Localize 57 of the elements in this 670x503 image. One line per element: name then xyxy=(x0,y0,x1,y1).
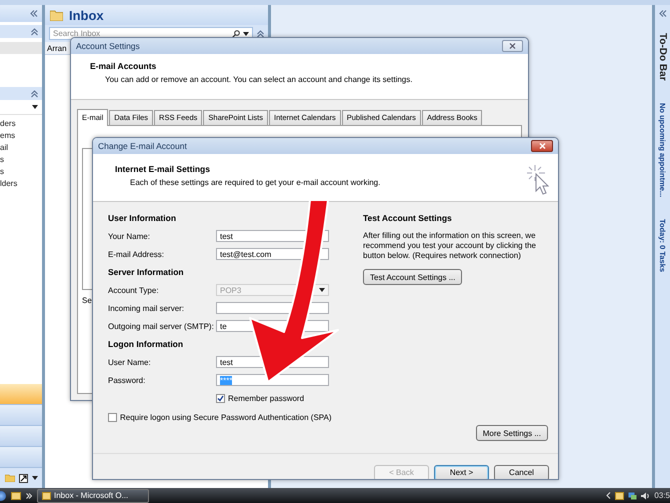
folder-item[interactable]: ems xyxy=(0,131,42,141)
help-text: After filling out the information on this screen, we recommend you test your account by clicking the button below. (Requires network connection) xyxy=(363,231,537,261)
field-label: E-mail Address: xyxy=(108,250,166,258)
checkbox[interactable] xyxy=(216,394,225,402)
collapse-icon[interactable] xyxy=(31,28,38,36)
expand-icon[interactable] xyxy=(658,10,666,17)
section-heading: Test Account Settings xyxy=(363,213,453,223)
speaker-icon[interactable] xyxy=(641,492,650,500)
checkbox[interactable] xyxy=(108,412,117,422)
network-icon[interactable] xyxy=(628,492,638,500)
cursor-sparkle-icon xyxy=(526,164,550,196)
close-button[interactable] xyxy=(502,40,523,52)
chevron-icon[interactable] xyxy=(606,492,612,499)
clock[interactable]: 03:5 xyxy=(654,491,670,500)
collapse-icon[interactable] xyxy=(257,30,264,38)
dialog-heading: Internet E-mail Settings xyxy=(115,164,211,174)
folder-title: Inbox xyxy=(69,8,104,22)
taskbar-button[interactable]: Inbox - Microsoft O... xyxy=(37,488,149,502)
test-settings-button[interactable]: Test Account Settings ... xyxy=(363,269,462,285)
folder-item[interactable]: ders xyxy=(0,119,42,129)
dialog-description: Each of these settings are required to get your e-mail account working. xyxy=(130,178,380,187)
folder-item[interactable]: s xyxy=(0,155,42,165)
checkbox-label: Remember password xyxy=(228,394,304,402)
field-label: Incoming mail server: xyxy=(108,304,186,312)
search-icon[interactable] xyxy=(232,30,240,38)
dialog-heading: E-mail Accounts xyxy=(90,61,158,71)
section-heading: User Information xyxy=(108,213,178,223)
section-heading: Server Information xyxy=(108,267,185,277)
arrange-label[interactable]: Arran xyxy=(47,44,67,52)
dialog-button[interactable]: Next > xyxy=(434,464,489,479)
field-label: User Name: xyxy=(108,358,152,366)
field-label: Password: xyxy=(108,376,146,384)
todo-bar-title: To-Do Bar xyxy=(657,33,668,81)
section-label: Se xyxy=(82,296,93,305)
checkbox-label: Require logon using Secure Password Authentication (SPA) xyxy=(120,412,332,422)
field-label: Account Type: xyxy=(108,286,160,294)
close-icon xyxy=(538,143,546,149)
folder-item[interactable]: lders xyxy=(0,179,42,189)
caret-icon[interactable] xyxy=(32,476,38,480)
shortcut-icon[interactable] xyxy=(19,474,28,482)
section-heading: Logon Information xyxy=(108,339,184,349)
field-label: Your Name: xyxy=(108,232,151,240)
window-title: Account Settings xyxy=(76,41,140,51)
dialog-button[interactable]: Cancel xyxy=(494,464,549,479)
field-label: Outgoing mail server (SMTP): xyxy=(108,322,215,330)
close-button[interactable] xyxy=(531,140,553,152)
caret-icon[interactable] xyxy=(32,105,38,109)
chevron-icon[interactable] xyxy=(26,492,32,498)
more-settings-button[interactable]: More Settings ... xyxy=(476,425,548,441)
dialog-description: You can add or remove an account. You can select an account and change its settings. xyxy=(105,75,412,84)
close-icon xyxy=(509,43,516,49)
folder-item[interactable]: s xyxy=(0,167,42,177)
collapse-icon[interactable] xyxy=(31,90,38,98)
folder-item[interactable]: ail xyxy=(0,143,42,153)
window-title: Change E-mail Account xyxy=(98,141,187,151)
collapse-icon[interactable] xyxy=(30,10,38,17)
folder-icon xyxy=(50,10,63,20)
